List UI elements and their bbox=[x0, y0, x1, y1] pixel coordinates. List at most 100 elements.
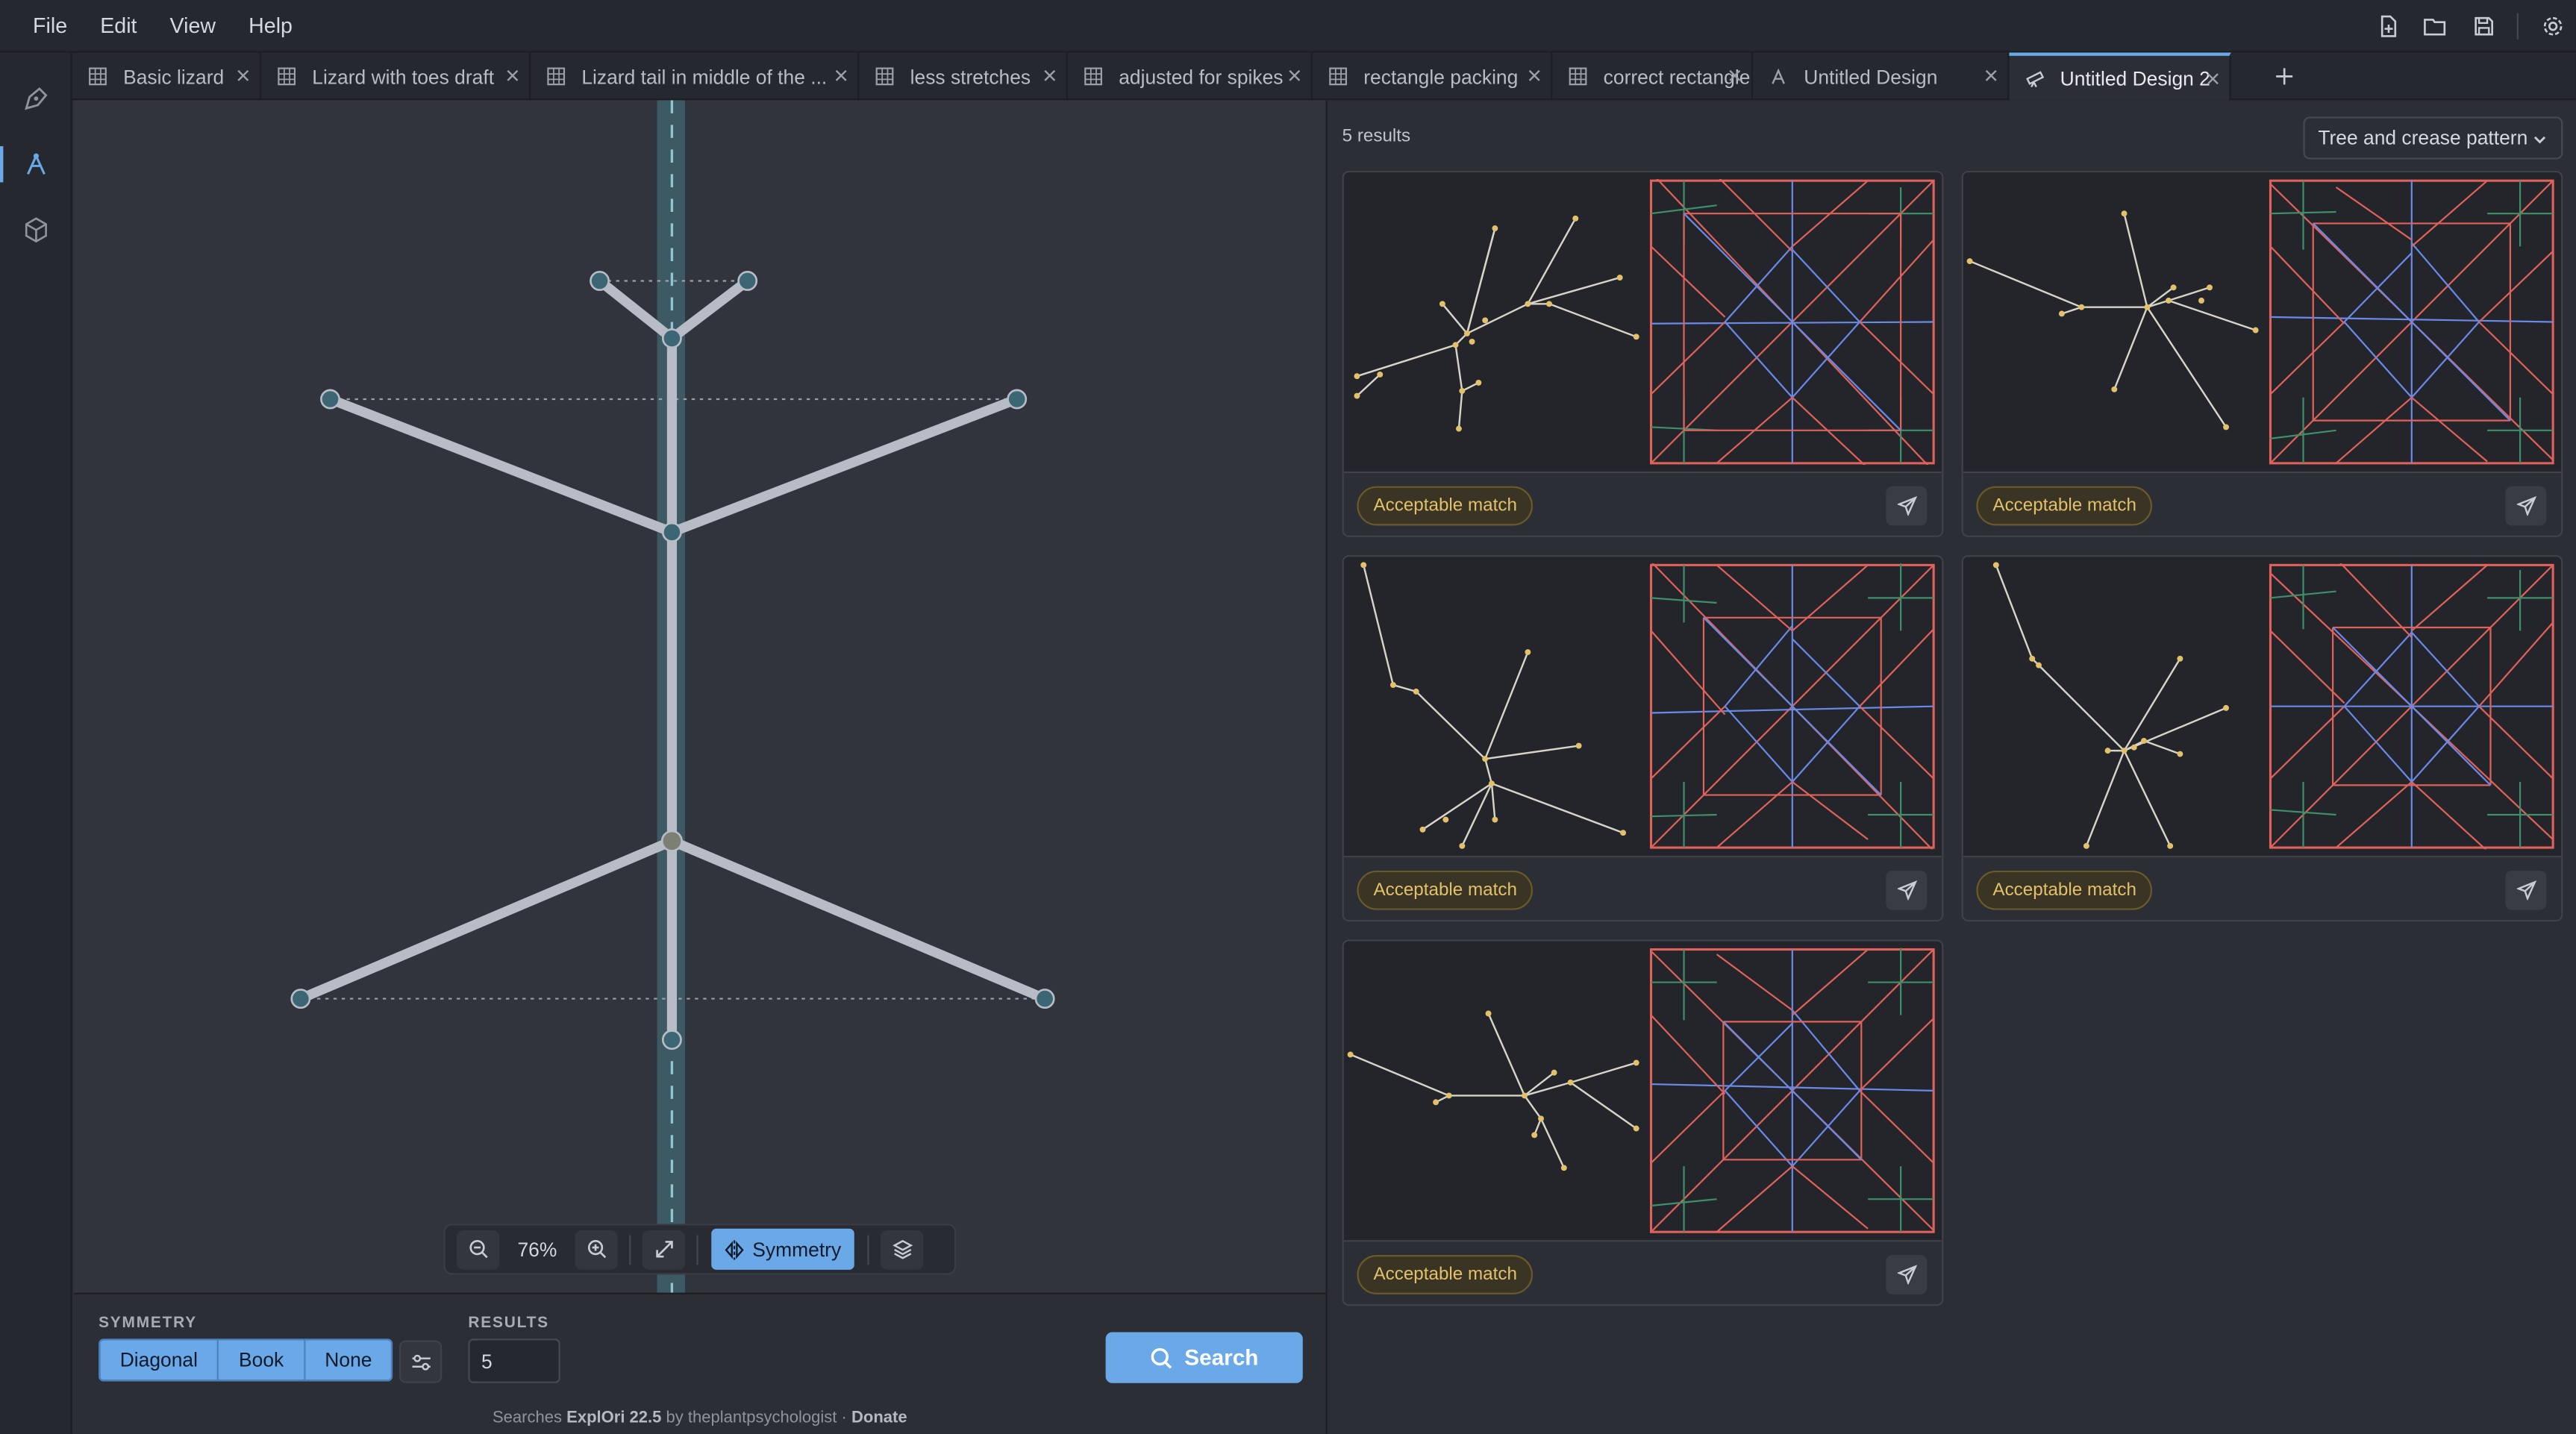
tree-node bbox=[1463, 330, 1470, 336]
design-canvas[interactable] bbox=[74, 100, 1326, 1293]
tree-edge bbox=[1454, 345, 1463, 392]
result-card[interactable]: Acceptable match bbox=[1342, 555, 1944, 922]
tree-node bbox=[2130, 744, 2137, 751]
tree-edge bbox=[1524, 1095, 1542, 1119]
symmetry-option-book[interactable]: Book bbox=[219, 1340, 305, 1380]
tree-edge bbox=[1490, 783, 1496, 820]
activity-3d-button[interactable] bbox=[0, 197, 72, 263]
tree-node bbox=[2223, 424, 2229, 430]
send-to-design-button[interactable] bbox=[1886, 870, 1928, 910]
result-preview bbox=[1343, 557, 1942, 858]
tree-edge bbox=[2123, 658, 2181, 751]
symmetry-toggle-button[interactable]: Symmetry bbox=[711, 1228, 854, 1270]
tab-2[interactable]: Lizard with toes draft bbox=[261, 52, 531, 101]
send-icon bbox=[2516, 880, 2536, 901]
footer: Searches ExplOri 22.5 by theplantpsychol… bbox=[74, 1404, 1326, 1434]
tree-edge bbox=[1548, 303, 1637, 338]
tab-label: less stretches bbox=[910, 64, 1031, 88]
donate-link[interactable]: Donate bbox=[851, 1409, 907, 1427]
tree-edge bbox=[1569, 1081, 1637, 1130]
tree-edge bbox=[1392, 683, 1417, 693]
tree-node bbox=[1616, 275, 1623, 281]
result-preview bbox=[1343, 941, 1942, 1242]
tree-node bbox=[1492, 225, 1498, 231]
send-to-design-button[interactable] bbox=[2505, 870, 2547, 910]
layers-button[interactable] bbox=[881, 1229, 924, 1269]
tree-diagram[interactable] bbox=[74, 100, 1326, 1293]
tree-node bbox=[661, 522, 682, 542]
grid-icon bbox=[278, 67, 301, 86]
tree-edge bbox=[1363, 565, 1395, 686]
zoom-in-button[interactable] bbox=[575, 1229, 618, 1269]
tab-5[interactable]: adjusted for spikes bbox=[1068, 52, 1313, 101]
chevron-down-icon bbox=[2533, 136, 2546, 144]
tab-8[interactable]: Untitled Design bbox=[1753, 52, 2010, 101]
close-icon[interactable] bbox=[1725, 66, 1745, 85]
sliders-icon bbox=[411, 1353, 430, 1370]
menu-view[interactable]: View bbox=[154, 0, 233, 51]
search-button[interactable]: Search bbox=[1105, 1332, 1303, 1383]
close-icon[interactable] bbox=[503, 66, 522, 85]
new-file-icon[interactable] bbox=[2364, 0, 2412, 52]
pen-nib-icon bbox=[25, 87, 48, 110]
close-icon[interactable] bbox=[2203, 69, 2222, 88]
results-count-input[interactable] bbox=[468, 1338, 560, 1383]
tree-node bbox=[2111, 386, 2118, 392]
result-card[interactable]: Acceptable match bbox=[1342, 939, 1944, 1306]
layers-icon bbox=[892, 1239, 913, 1259]
result-card[interactable]: Acceptable match bbox=[1342, 170, 1944, 537]
zoom-out-button[interactable] bbox=[457, 1229, 500, 1269]
tree-node bbox=[1419, 826, 1426, 833]
symmetry-option-none[interactable]: None bbox=[304, 1340, 392, 1380]
view-mode-value: Tree and crease pattern bbox=[2318, 126, 2528, 150]
toolbar-separator bbox=[696, 1234, 698, 1265]
tab-9[interactable]: Untitled Design 2 bbox=[2009, 52, 2231, 101]
close-icon[interactable] bbox=[1981, 66, 2001, 85]
save-icon[interactable] bbox=[2460, 0, 2507, 52]
view-mode-select[interactable]: Tree and crease pattern bbox=[2303, 116, 2563, 160]
tree-node bbox=[1459, 388, 1466, 394]
tab-3[interactable]: Lizard tail in middle of the ... bbox=[531, 52, 860, 101]
menu-help[interactable]: Help bbox=[232, 0, 309, 51]
fit-view-button[interactable] bbox=[642, 1229, 686, 1269]
tree-node bbox=[1452, 342, 1459, 348]
tree-node bbox=[737, 271, 758, 291]
tree-edge bbox=[1350, 1053, 1450, 1097]
gear-icon[interactable] bbox=[2528, 0, 2576, 52]
zoom-in-icon bbox=[587, 1239, 606, 1259]
activity-tree-search-button[interactable] bbox=[0, 131, 72, 197]
zoom-level: 76% bbox=[517, 1237, 557, 1261]
tree-node bbox=[2104, 748, 2111, 754]
close-icon[interactable] bbox=[234, 66, 253, 85]
menu-edit[interactable]: Edit bbox=[84, 0, 153, 51]
tree-node bbox=[2058, 310, 2065, 317]
close-icon[interactable] bbox=[1040, 66, 1060, 85]
result-card[interactable]: Acceptable match bbox=[1961, 170, 2563, 537]
tree-node bbox=[1475, 380, 1482, 386]
tab-7[interactable]: correct rectangle bbox=[1552, 52, 1754, 101]
symmetry-option-diagonal[interactable]: Diagonal bbox=[100, 1340, 219, 1380]
tab-6[interactable]: rectangle packing bbox=[1313, 52, 1553, 101]
new-tab-button[interactable] bbox=[2259, 52, 2308, 100]
toolbar-separator bbox=[2516, 13, 2519, 40]
menu-file[interactable]: File bbox=[16, 0, 84, 51]
close-icon[interactable] bbox=[831, 66, 851, 85]
tab-label: Lizard with toes draft bbox=[312, 64, 495, 88]
tab-4[interactable]: less stretches bbox=[859, 52, 1068, 101]
open-folder-icon[interactable] bbox=[2412, 0, 2460, 52]
tree-edge bbox=[2061, 306, 2082, 315]
send-to-design-button[interactable] bbox=[1886, 1255, 1928, 1294]
close-icon[interactable] bbox=[1285, 66, 1304, 85]
tree-edge bbox=[2085, 750, 2125, 847]
result-card[interactable]: Acceptable match bbox=[1961, 555, 2563, 922]
activity-design-button[interactable] bbox=[0, 66, 72, 131]
tab-1[interactable]: Basic lizard bbox=[72, 52, 262, 101]
tree-node bbox=[1482, 317, 1489, 324]
tree-edge bbox=[1995, 564, 2033, 660]
close-icon[interactable] bbox=[1525, 66, 1544, 85]
tree-node bbox=[1377, 372, 1384, 378]
advanced-options-button[interactable] bbox=[398, 1340, 443, 1383]
send-to-design-button[interactable] bbox=[2505, 486, 2547, 526]
send-to-design-button[interactable] bbox=[1886, 486, 1928, 526]
result-crease-pattern bbox=[1649, 948, 1935, 1233]
